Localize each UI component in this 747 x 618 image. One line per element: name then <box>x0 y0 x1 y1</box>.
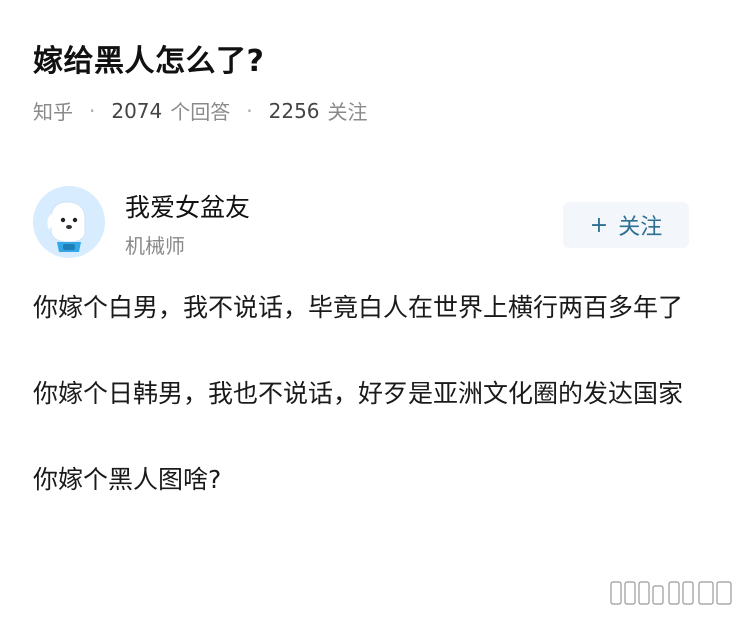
follow-button-label: 关注 <box>618 215 663 240</box>
plus-icon: + <box>589 212 609 238</box>
watermark-icon <box>610 581 732 605</box>
author-row: 我爱女盆友 机械师 + 关注 <box>33 182 713 262</box>
watermark <box>607 578 739 608</box>
source-label[interactable]: 知乎 <box>33 96 73 125</box>
meta-separator: · <box>89 98 96 123</box>
avatar[interactable] <box>33 186 105 258</box>
author-title: 机械师 <box>125 234 185 258</box>
meta-separator: · <box>246 98 253 123</box>
answer-paragraph: 你嫁个白男，我不说话，毕竟白人在世界上横行两百多年了 <box>33 293 684 322</box>
answers-label[interactable]: 个回答 <box>170 96 230 125</box>
answer-paragraph: 你嫁个黑人图啥? <box>33 465 222 494</box>
answer-paragraph: 你嫁个日韩男，我也不说话，好歹是亚洲文化圈的发达国家 <box>33 379 684 408</box>
answer-body: 你嫁个白男，我不说话，毕竟白人在世界上横行两百多年了 你嫁个日韩男，我也不说话，… <box>33 287 703 545</box>
followers-count: 2256 <box>268 98 320 123</box>
answers-count: 2074 <box>111 98 163 123</box>
question-meta: 知乎 · 2074 个回答 · 2256 关注 <box>33 96 368 125</box>
cartoon-dog-avatar-icon <box>33 186 105 258</box>
author-name[interactable]: 我爱女盆友 <box>125 188 250 224</box>
question-title[interactable]: 嫁给黑人怎么了? <box>33 36 264 80</box>
followers-label: 关注 <box>327 100 368 124</box>
follow-button[interactable]: + 关注 <box>563 202 689 248</box>
